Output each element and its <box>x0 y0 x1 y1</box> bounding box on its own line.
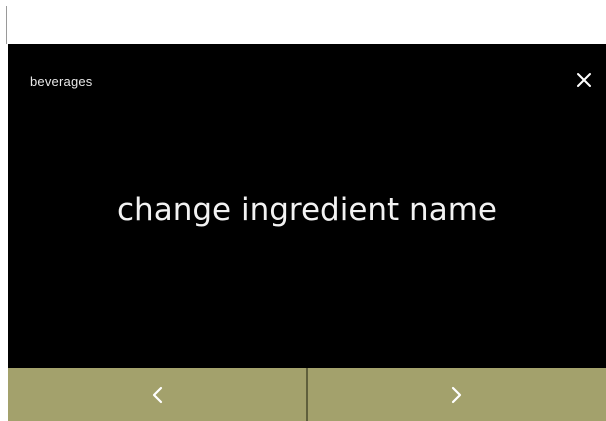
chevron-left-icon <box>152 386 163 403</box>
page: beverages change ingredient name <box>0 0 606 421</box>
chevron-right-icon <box>451 386 462 403</box>
page-title: change ingredient name <box>117 192 497 228</box>
next-button[interactable] <box>308 368 606 421</box>
display-screen: beverages change ingredient name <box>8 44 606 421</box>
close-icon <box>577 73 591 87</box>
navigation-bar <box>8 368 606 421</box>
close-button[interactable] <box>570 66 598 94</box>
breadcrumb: beverages <box>30 74 93 89</box>
window-edge-line <box>6 6 7 44</box>
previous-button[interactable] <box>8 368 306 421</box>
